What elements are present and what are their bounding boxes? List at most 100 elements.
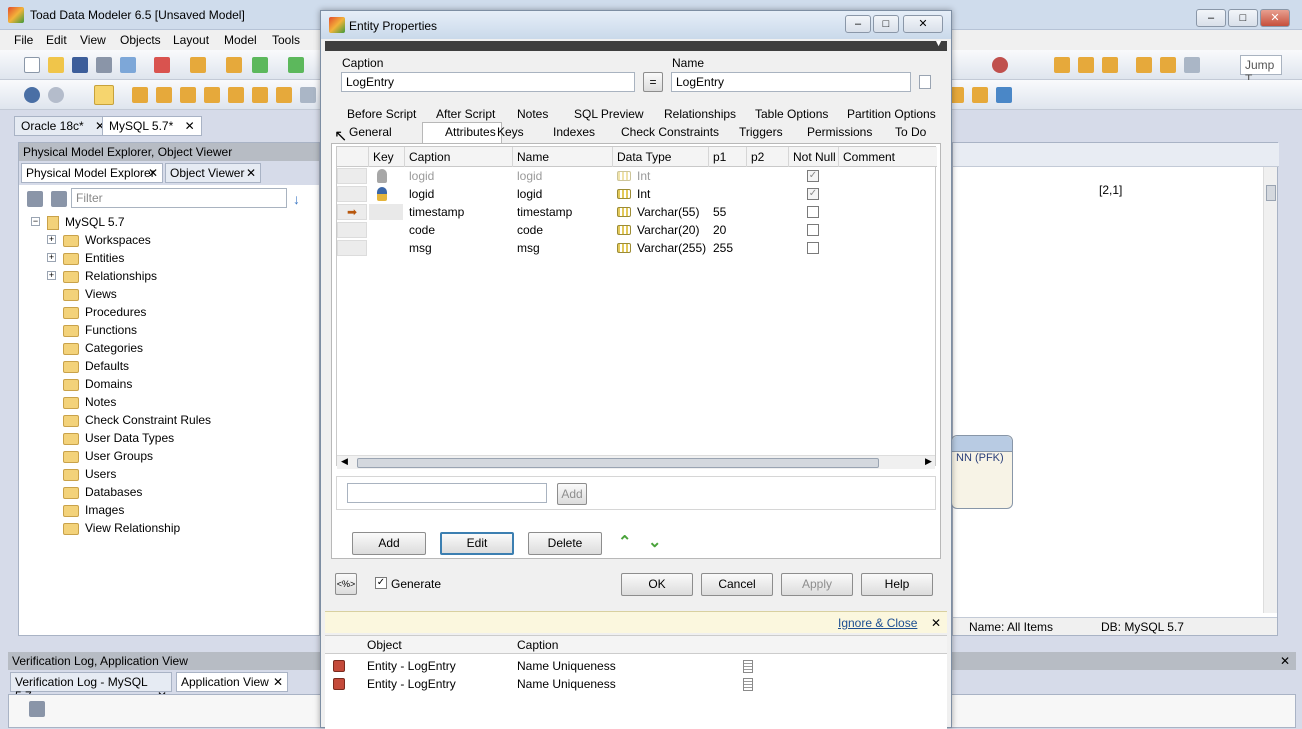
dialog-tab[interactable]: Check Constraints [621, 124, 719, 142]
cell-name[interactable]: logid [517, 167, 542, 185]
generate-icon[interactable] [190, 57, 206, 73]
cell-p1[interactable]: 255 [713, 239, 733, 257]
cell-p1[interactable]: 20 [713, 221, 726, 239]
entity-tool-icon[interactable] [154, 57, 170, 73]
sql-shortcut-icon[interactable]: <%> [335, 573, 357, 595]
tree-item[interactable]: Images [63, 501, 124, 519]
dialog-tab[interactable]: Relationships [664, 106, 736, 124]
col-header-data-type[interactable]: Data Type [613, 147, 709, 167]
detail-icon[interactable] [743, 678, 753, 691]
link-icon[interactable] [276, 87, 292, 103]
apply-button[interactable]: Apply [781, 573, 853, 596]
table-row[interactable]: ➡ timestamp timestamp Varchar(55) 55 [337, 203, 937, 221]
note-icon[interactable] [252, 87, 268, 103]
relation-icon[interactable] [156, 87, 172, 103]
col-header-p1[interactable]: p1 [709, 147, 747, 167]
arrow-down-icon[interactable]: ↓ [293, 191, 309, 207]
dialog-tab[interactable]: Before Script [347, 106, 416, 124]
not-null-checkbox[interactable] [807, 206, 819, 218]
scroll-thumb[interactable] [1266, 185, 1276, 201]
generate-checkbox[interactable]: ✓ [375, 577, 387, 589]
dialog-tab[interactable]: Permissions [807, 124, 872, 142]
cancel-button[interactable]: Cancel [701, 573, 773, 596]
redo-icon[interactable] [48, 87, 64, 103]
cell-data-type[interactable]: Varchar(255) [637, 239, 706, 257]
row-selector[interactable]: ➡ [337, 204, 367, 220]
tree-expander[interactable]: + [47, 235, 56, 244]
close-icon[interactable]: ✕ [931, 616, 941, 630]
tree-item[interactable]: Domains [63, 375, 132, 393]
cell-name[interactable]: code [517, 221, 543, 239]
layout-icon[interactable] [252, 57, 268, 73]
row-selector[interactable] [337, 222, 367, 238]
key-cell[interactable] [369, 222, 403, 238]
arrange-icon[interactable] [288, 57, 304, 73]
table-row[interactable]: code code Varchar(20) 20 [337, 221, 937, 239]
col-header-name[interactable]: Name [513, 147, 613, 167]
cell-caption[interactable]: logid [409, 167, 434, 185]
new-file-icon[interactable] [24, 57, 40, 73]
table-row[interactable]: logid logid Int ✓ [337, 185, 937, 203]
canvas-vscroll[interactable] [1263, 167, 1277, 613]
caption-input[interactable]: LogEntry [341, 72, 635, 92]
not-null-checkbox[interactable] [807, 242, 819, 254]
row-selector[interactable] [337, 240, 367, 256]
dialog-tab[interactable]: To Do [895, 124, 926, 142]
cell-name[interactable]: timestamp [517, 203, 572, 221]
detail-icon[interactable] [743, 660, 753, 673]
save-icon[interactable] [72, 57, 88, 73]
ignore-close-link[interactable]: Ignore & Close [838, 616, 917, 630]
cell-data-type[interactable]: Int [637, 185, 650, 203]
cell-name[interactable]: logid [517, 185, 542, 203]
grid-icon[interactable] [1102, 57, 1118, 73]
log-row[interactable]: Entity - LogEntry Name Uniqueness [325, 658, 947, 676]
tool-icon[interactable] [29, 701, 45, 717]
cell-data-type[interactable]: Varchar(55) [637, 203, 699, 221]
tree-item[interactable]: Databases [63, 483, 142, 501]
dialog-tab[interactable]: Notes [517, 106, 548, 124]
copy-icon[interactable] [226, 57, 242, 73]
not-null-checkbox[interactable]: ✓ [807, 188, 819, 200]
menu-tools[interactable]: Tools [272, 33, 300, 47]
cell-data-type[interactable]: Varchar(20) [637, 221, 699, 239]
tree-item[interactable]: View Relationship [63, 519, 180, 537]
menu-view[interactable]: View [80, 33, 106, 47]
menu-model[interactable]: Model [224, 33, 257, 47]
table-row[interactable]: logid logid Int ✓ [337, 167, 937, 185]
col-header-not-null[interactable]: Not Null [789, 147, 839, 167]
tree-item[interactable]: Views [63, 285, 117, 303]
tab-object-viewer[interactable]: Object Viewer ✕ [165, 163, 261, 183]
tree-item[interactable]: Categories [63, 339, 143, 357]
maximize-button[interactable]: □ [1228, 9, 1258, 27]
close-icon[interactable]: ✕ [246, 166, 256, 180]
tree-item[interactable]: Notes [63, 393, 116, 411]
cell-p1[interactable]: 55 [713, 203, 726, 221]
not-null-checkbox[interactable]: ✓ [807, 170, 819, 182]
relation3-icon[interactable] [204, 87, 220, 103]
col-header-comment[interactable]: Comment [839, 147, 935, 167]
move-down-icon[interactable]: ⌄ [648, 532, 661, 552]
table-row[interactable]: msg msg Varchar(255) 255 [337, 239, 937, 257]
name-edit-icon[interactable] [919, 75, 931, 89]
ok-button[interactable]: OK [621, 573, 693, 596]
cell-caption[interactable]: code [409, 221, 435, 239]
move-up-icon[interactable]: ⌃ [618, 532, 631, 552]
dialog-tab[interactable]: Keys [497, 124, 524, 142]
tree-item[interactable]: Users [63, 465, 116, 483]
doc-tab-oracle[interactable]: Oracle 18c* ✕ [14, 116, 113, 136]
menu-file[interactable]: File [14, 33, 33, 47]
open-folder-icon[interactable] [48, 57, 64, 73]
table-icon[interactable] [300, 87, 316, 103]
dialog-close-button[interactable]: ✕ [903, 15, 943, 33]
tree-expander[interactable]: + [47, 271, 56, 280]
cell-caption[interactable]: timestamp [409, 203, 464, 221]
cell-caption[interactable]: logid [409, 185, 434, 203]
row-selector[interactable] [337, 168, 367, 184]
tree-root[interactable]: MySQL 5.7 [47, 213, 125, 231]
add-button[interactable]: Add [352, 532, 426, 555]
cell-name[interactable]: msg [517, 239, 540, 257]
pointer-icon[interactable] [94, 85, 114, 105]
erd-icon[interactable] [1184, 57, 1200, 73]
help-button[interactable]: Help [861, 573, 933, 596]
tree-expander[interactable]: − [31, 217, 40, 226]
